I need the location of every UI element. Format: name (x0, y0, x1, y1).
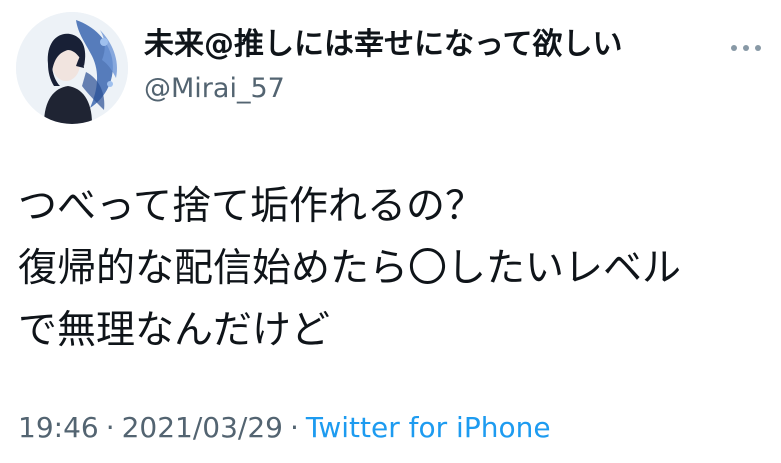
author-handle[interactable]: @Mirai_57 (144, 72, 285, 106)
tweet-metadata: 19:46 · 2021/03/29 · Twitter for iPhone (18, 410, 551, 446)
meta-separator: · (105, 411, 115, 444)
tweet-text: つべって捨て垢作れるの？ 復帰的な配信始めたら〇したいレベル で無理なんだけど (18, 176, 768, 362)
profile-avatar-icon[interactable] (16, 12, 128, 124)
tweet-date[interactable]: 2021/03/29 (122, 411, 283, 444)
author-display-name[interactable]: 未来@推しには幸せになって欲しい (144, 27, 623, 63)
tweet-card: 未来@推しには幸せになって欲しい @Mirai_57 つべって捨て垢作れるの？ … (0, 0, 781, 463)
meta-separator: · (290, 411, 299, 444)
tweet-text-line: 復帰的な配信始めたら〇したいレベル (18, 246, 682, 291)
tweet-text-line: で無理なんだけど (18, 308, 331, 353)
tweet-text-line: つべって捨て垢作れるの？ (18, 184, 485, 229)
more-options-icon[interactable] (726, 36, 766, 60)
tweet-source-link[interactable]: Twitter for iPhone (306, 411, 551, 444)
tweet-time[interactable]: 19:46 (18, 411, 99, 444)
